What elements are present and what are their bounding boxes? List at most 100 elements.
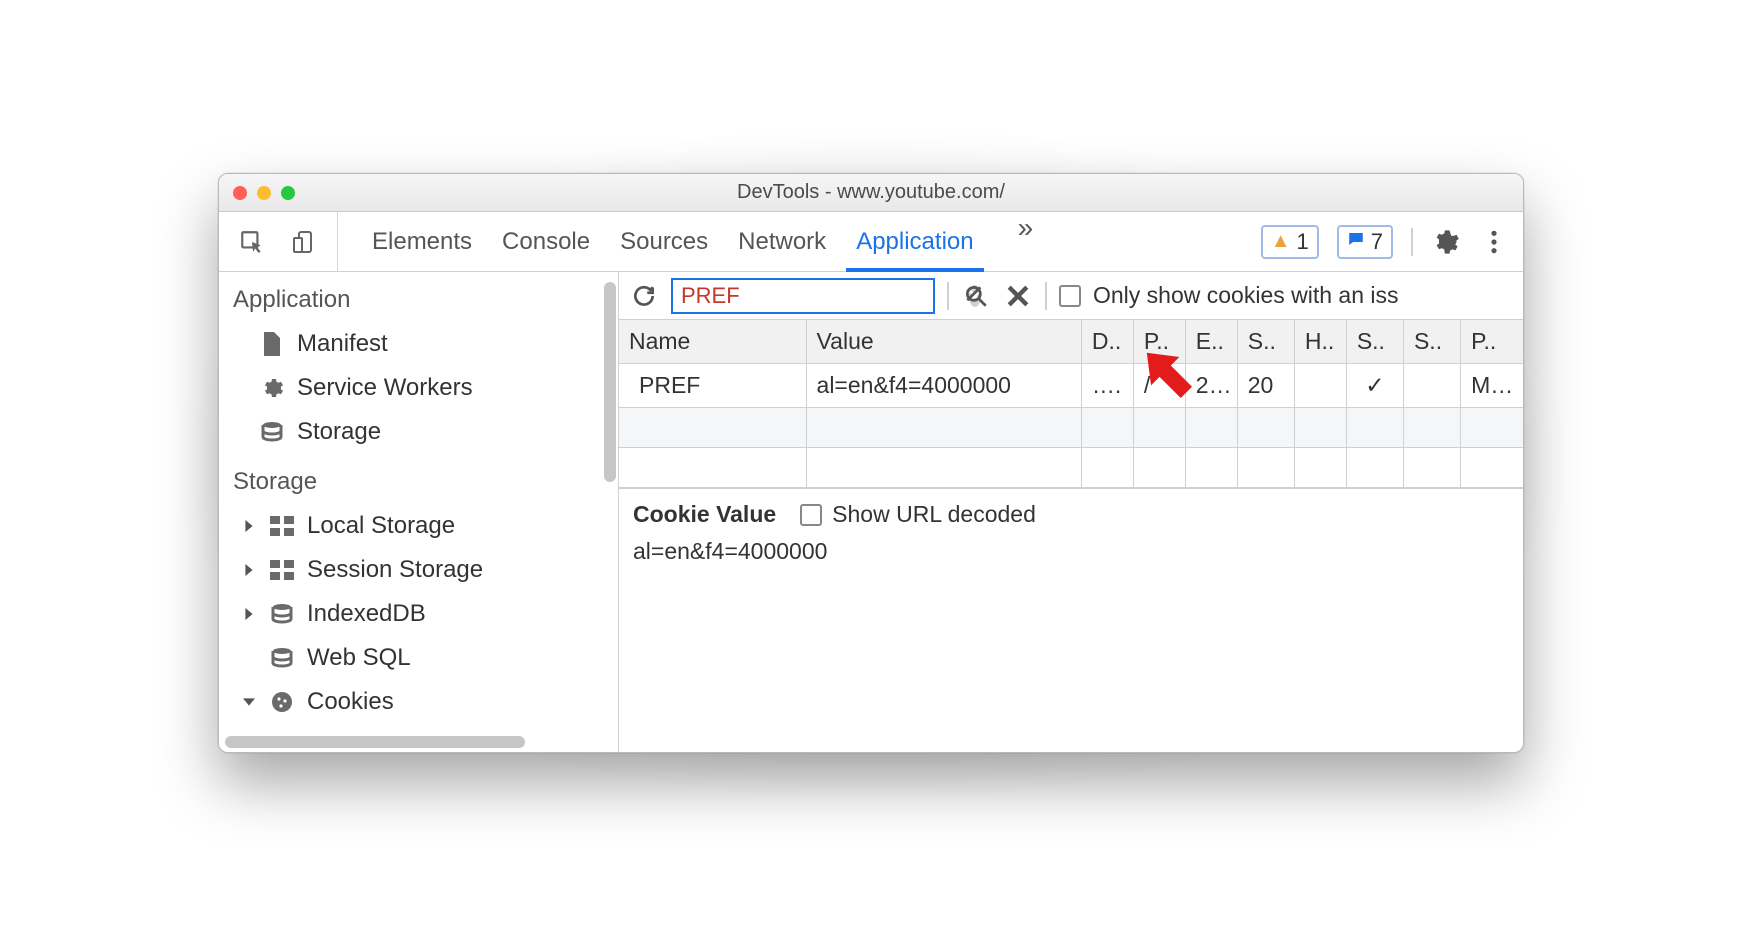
inspect-icon[interactable]: [237, 229, 267, 255]
panel-tabs: Elements Console Sources Network Applica…: [348, 212, 1047, 271]
messages-count: 7: [1371, 229, 1383, 255]
table-header-row: Name Value D.. P.. E.. S.. H.. S.. S.. P…: [619, 320, 1523, 364]
col-samesite[interactable]: S..: [1403, 320, 1460, 364]
cookies-toolbar: Only show cookies with an iss: [619, 272, 1523, 320]
tab-elements[interactable]: Elements: [372, 212, 472, 271]
section-storage: Storage: [219, 454, 618, 504]
grid-icon: [269, 557, 295, 583]
cell-expires: 2…: [1185, 364, 1237, 408]
sidebar-item-web-sql[interactable]: Web SQL: [219, 636, 618, 680]
col-path[interactable]: P..: [1133, 320, 1185, 364]
clear-all-cookies-button[interactable]: [961, 283, 991, 309]
cell-name: PREF: [619, 364, 806, 408]
col-size[interactable]: S..: [1237, 320, 1294, 364]
file-icon: [259, 331, 285, 357]
col-httponly[interactable]: H..: [1294, 320, 1346, 364]
col-secure[interactable]: S..: [1346, 320, 1403, 364]
database-icon: [269, 601, 295, 627]
sidebar-horizontal-scrollbar[interactable]: [225, 736, 525, 748]
chevron-right-icon: [243, 520, 257, 532]
chevron-right-icon: [243, 608, 257, 620]
sidebar-item-label: Storage: [297, 418, 381, 446]
col-expires[interactable]: E..: [1185, 320, 1237, 364]
warning-icon: ▲: [1271, 230, 1291, 253]
cell-secure: ✓: [1346, 364, 1403, 408]
sidebar-item-local-storage[interactable]: Local Storage: [219, 504, 618, 548]
warnings-count: 1: [1297, 229, 1309, 255]
chevron-right-icon: [243, 564, 257, 576]
database-icon: [269, 645, 295, 671]
warnings-badge[interactable]: ▲ 1: [1261, 225, 1319, 259]
sidebar-item-label: Local Storage: [307, 512, 455, 540]
tab-console[interactable]: Console: [502, 212, 590, 271]
messages-badge[interactable]: 7: [1337, 225, 1393, 259]
col-value[interactable]: Value: [806, 320, 1081, 364]
cell-value: al=en&f4=4000000: [806, 364, 1081, 408]
filter-input-wrapper: [671, 278, 935, 314]
zoom-window-button[interactable]: [281, 186, 295, 200]
col-name[interactable]: Name: [619, 320, 806, 364]
show-url-decoded-label: Show URL decoded: [832, 501, 1036, 528]
close-window-button[interactable]: [233, 186, 247, 200]
refresh-button[interactable]: [629, 283, 659, 309]
message-icon: [1347, 230, 1365, 254]
only-issues-label: Only show cookies with an iss: [1093, 282, 1399, 309]
table-row-empty: [619, 448, 1523, 488]
sidebar-item-label: Cookies: [307, 688, 394, 716]
tab-application[interactable]: Application: [856, 212, 973, 271]
col-domain[interactable]: D..: [1081, 320, 1133, 364]
sidebar-item-label: Service Workers: [297, 374, 473, 402]
more-tabs-button[interactable]: »: [1004, 212, 1048, 271]
devtools-window: DevTools - www.youtube.com/ Elements Con…: [218, 173, 1524, 753]
cell-httponly: [1294, 364, 1346, 408]
sidebar-item-service-workers[interactable]: Service Workers: [219, 366, 618, 410]
sidebar-item-cookies[interactable]: Cookies: [219, 680, 618, 724]
show-url-decoded-checkbox[interactable]: [800, 504, 822, 526]
filter-input[interactable]: [681, 283, 969, 309]
gear-icon: [259, 375, 285, 401]
cell-priority: M…: [1461, 364, 1523, 408]
delete-selected-button[interactable]: [1003, 285, 1033, 307]
cell-size: 20: [1237, 364, 1294, 408]
kebab-menu-button[interactable]: [1479, 229, 1509, 255]
device-toggle-icon[interactable]: [289, 229, 319, 255]
database-icon: [259, 419, 285, 445]
tab-network[interactable]: Network: [738, 212, 826, 271]
sidebar-item-label: Session Storage: [307, 556, 483, 584]
cookies-panel: Only show cookies with an iss Name Value…: [619, 272, 1523, 752]
minimize-window-button[interactable]: [257, 186, 271, 200]
sidebar-vertical-scrollbar[interactable]: [604, 282, 616, 482]
cell-samesite: [1403, 364, 1460, 408]
cookie-value-text: al=en&f4=4000000: [633, 538, 1509, 565]
cookies-table: Name Value D.. P.. E.. S.. H.. S.. S.. P…: [619, 320, 1523, 488]
cookie-icon: [269, 689, 295, 715]
chevron-down-icon: [243, 696, 257, 708]
table-row[interactable]: PREF al=en&f4=4000000 …. / 2… 20 ✓ M…: [619, 364, 1523, 408]
application-sidebar: Application Manifest Service Workers Sto…: [219, 272, 619, 752]
sidebar-item-label: Web SQL: [307, 644, 411, 672]
cookie-value-label: Cookie Value: [633, 501, 776, 528]
tab-sources[interactable]: Sources: [620, 212, 708, 271]
devtools-toolbar: Elements Console Sources Network Applica…: [219, 212, 1523, 272]
sidebar-item-label: IndexedDB: [307, 600, 426, 628]
sidebar-item-manifest[interactable]: Manifest: [219, 322, 618, 366]
cookie-detail-pane: Cookie Value Show URL decoded al=en&f4=4…: [619, 488, 1523, 752]
window-title: DevTools - www.youtube.com/: [219, 181, 1523, 204]
sidebar-item-label: Manifest: [297, 330, 388, 358]
section-application: Application: [219, 272, 618, 322]
col-priority[interactable]: P..: [1461, 320, 1523, 364]
separator: [1045, 282, 1047, 310]
sidebar-item-storage[interactable]: Storage: [219, 410, 618, 454]
separator: [1411, 228, 1413, 256]
settings-button[interactable]: [1431, 228, 1461, 256]
sidebar-item-session-storage[interactable]: Session Storage: [219, 548, 618, 592]
separator: [947, 282, 949, 310]
window-controls: [219, 186, 295, 200]
table-row-empty: [619, 408, 1523, 448]
cell-domain: ….: [1081, 364, 1133, 408]
only-issues-checkbox[interactable]: [1059, 285, 1081, 307]
window-titlebar: DevTools - www.youtube.com/: [219, 174, 1523, 212]
sidebar-item-indexeddb[interactable]: IndexedDB: [219, 592, 618, 636]
grid-icon: [269, 513, 295, 539]
content-area: Application Manifest Service Workers Sto…: [219, 272, 1523, 752]
